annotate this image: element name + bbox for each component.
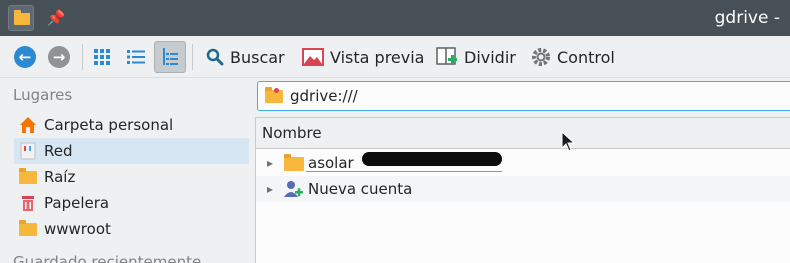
- places-heading: Lugares: [13, 86, 73, 104]
- gear-icon: [532, 48, 550, 66]
- column-header-name[interactable]: Nombre: [256, 118, 790, 149]
- title-bar: 📌 gdrive -: [0, 0, 790, 36]
- search-label: Buscar: [230, 47, 285, 67]
- split-label: Dividir: [464, 47, 516, 67]
- toolbar-separator: [82, 44, 83, 70]
- folder-icon: [282, 153, 304, 173]
- folder-icon: [18, 219, 38, 239]
- redaction-mark: [362, 152, 502, 166]
- chevron-right-icon[interactable]: ▸: [260, 182, 280, 196]
- file-name: asolar: [308, 154, 354, 172]
- preview-button[interactable]: Vista previa: [302, 41, 424, 73]
- app-menu-icon[interactable]: [8, 5, 34, 31]
- network-folder-icon: [264, 86, 284, 106]
- icons-view-button[interactable]: [86, 41, 118, 73]
- home-icon: [20, 117, 36, 133]
- recent-heading: Guardado recientemente: [13, 253, 202, 263]
- location-path: gdrive:///: [290, 87, 358, 105]
- window-title: gdrive -: [714, 8, 780, 28]
- table-row[interactable]: ▸ asolar: [256, 150, 790, 176]
- sidebar-item-network[interactable]: Red: [14, 138, 249, 164]
- chevron-right-icon[interactable]: ▸: [260, 156, 280, 170]
- compact-view-button[interactable]: [120, 41, 152, 73]
- preview-label: Vista previa: [330, 47, 425, 67]
- control-label: Control: [557, 47, 615, 67]
- folder-icon: [18, 167, 38, 187]
- split-view-icon: [436, 47, 457, 65]
- sidebar-item-label: Papelera: [44, 194, 110, 212]
- sidebar-item-wwwroot[interactable]: wwwroot: [14, 216, 249, 242]
- add-user-icon: [284, 181, 303, 197]
- arrow-left-icon: ←: [14, 46, 36, 68]
- places-panel: Lugares Carpeta personal Red Raíz Papele…: [0, 79, 255, 263]
- table-row[interactable]: ▸ Nueva cuenta: [256, 176, 790, 202]
- search-button[interactable]: Buscar: [206, 41, 285, 73]
- split-button[interactable]: Dividir: [436, 41, 516, 73]
- sidebar-item-label: Red: [44, 142, 73, 160]
- location-bar[interactable]: gdrive:///: [257, 81, 790, 111]
- file-name: Nueva cuenta: [308, 180, 413, 198]
- image-preview-icon: [302, 48, 324, 66]
- forward-button[interactable]: →: [48, 41, 74, 73]
- pin-icon[interactable]: 📌: [46, 8, 66, 28]
- mouse-cursor-icon: [561, 131, 576, 152]
- sidebar-item-root[interactable]: Raíz: [14, 164, 249, 190]
- list-icon: [127, 50, 145, 64]
- trash-icon: [22, 196, 34, 211]
- column-label: Nombre: [262, 124, 322, 142]
- toolbar: ← → Buscar Vista previa Dividir Control: [0, 36, 790, 78]
- grid-icon: [94, 49, 110, 65]
- control-button[interactable]: Control: [531, 41, 615, 73]
- back-button[interactable]: ←: [14, 41, 40, 73]
- details-view-button[interactable]: [154, 41, 186, 73]
- file-list: Nombre ▸ asolar ▸ Nueva cuenta: [255, 117, 790, 263]
- network-icon: [20, 142, 36, 160]
- sidebar-item-label: Raíz: [44, 168, 76, 186]
- row-focus-underline: [306, 171, 502, 172]
- sidebar-item-trash[interactable]: Papelera: [14, 190, 249, 216]
- toolbar-separator: [192, 44, 193, 70]
- tree-view-icon: [163, 48, 178, 65]
- search-icon: [206, 48, 224, 66]
- sidebar-item-home[interactable]: Carpeta personal: [14, 112, 249, 138]
- arrow-right-icon: →: [48, 46, 70, 68]
- sidebar-item-label: wwwroot: [44, 220, 111, 238]
- sidebar-item-label: Carpeta personal: [44, 116, 174, 134]
